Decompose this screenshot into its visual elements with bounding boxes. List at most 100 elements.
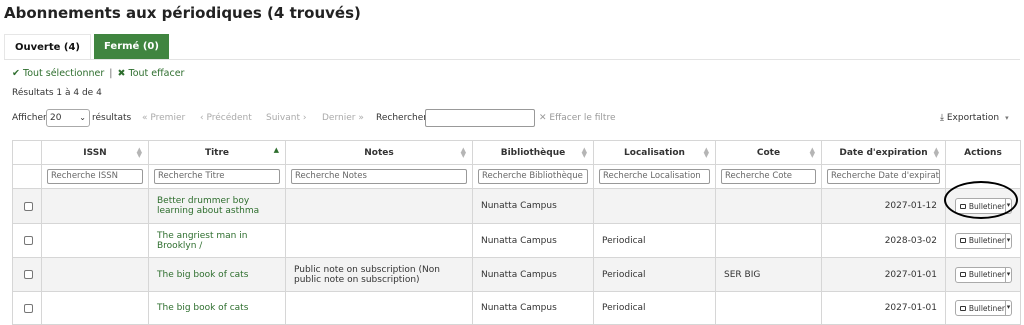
filter-title-input[interactable]: Recherche Titre bbox=[154, 169, 280, 184]
library-cell: Nunatta Campus bbox=[472, 291, 594, 325]
actions-dropdown-toggle[interactable]: ▾ bbox=[1006, 266, 1012, 283]
callnumber-cell: SER BIG bbox=[715, 257, 822, 292]
filter-location-input[interactable]: Recherche Localisation bbox=[599, 169, 710, 184]
page-size-select[interactable]: 20 ⌄ bbox=[46, 109, 90, 127]
expiration-cell: 2027-01-12 bbox=[821, 188, 946, 224]
actions-cell: Bulletiner ▾ bbox=[945, 291, 1021, 325]
filter-callnumber-input[interactable]: Recherche Cote bbox=[721, 169, 816, 184]
receive-label: Bulletiner bbox=[968, 303, 1005, 313]
column-header-expiration[interactable]: Date d'expiration ▲ ▼ bbox=[821, 140, 946, 165]
next-page-button[interactable]: Suivant › bbox=[266, 108, 306, 128]
action-group: Bulletiner ▾ bbox=[955, 232, 1012, 249]
results-label: résultats bbox=[92, 113, 132, 123]
column-label: Localisation bbox=[624, 147, 685, 158]
filter-expiration-input[interactable]: Recherche Date d'expiration bbox=[827, 169, 940, 184]
select-cell bbox=[12, 257, 42, 292]
filter-cell: Recherche Date d'expiration bbox=[821, 164, 946, 189]
clear-all-link[interactable]: Tout effacer bbox=[129, 68, 185, 79]
column-header-notes[interactable]: Notes ▲ ▼ bbox=[285, 140, 473, 165]
row-checkbox[interactable] bbox=[24, 201, 33, 211]
first-page-label: Premier bbox=[150, 113, 186, 123]
receive-button[interactable]: Bulletiner bbox=[955, 232, 1006, 249]
expiration-cell: 2027-01-01 bbox=[821, 291, 946, 325]
export-button[interactable]: ⤓ Exportation ▾ bbox=[940, 108, 1009, 128]
column-header-issn[interactable]: ISSN ▲ ▼ bbox=[41, 140, 149, 165]
callnumber-cell bbox=[715, 223, 822, 258]
table-row: Better drummer boy learning about asthma… bbox=[12, 188, 1021, 224]
expiration-cell: 2027-01-01 bbox=[821, 257, 946, 292]
column-label: Bibliothèque bbox=[500, 147, 566, 158]
chevron-down-icon: ⌄ bbox=[79, 113, 86, 122]
filter-notes-input[interactable]: Recherche Notes bbox=[291, 169, 467, 184]
callnumber-cell bbox=[715, 291, 822, 325]
previous-page-button[interactable]: ‹ Précédent bbox=[200, 108, 252, 128]
status-tabs: Ouverte (4) Fermé (0) bbox=[4, 34, 169, 60]
close-icon: ✖ bbox=[117, 68, 126, 79]
page-title: Abonnements aux périodiques (4 trouvés) bbox=[4, 4, 361, 22]
show-label: Afficher bbox=[12, 113, 47, 123]
filter-library-input[interactable]: Recherche Bibliothèque bbox=[478, 169, 588, 184]
sort-asc-icon: ▲ bbox=[273, 146, 279, 154]
receive-label: Bulletiner bbox=[968, 201, 1005, 211]
column-label: ISSN bbox=[83, 147, 107, 158]
book-icon bbox=[960, 203, 966, 209]
receive-button[interactable]: Bulletiner bbox=[955, 300, 1006, 316]
title-link[interactable]: The big book of cats bbox=[148, 257, 286, 292]
notes-cell bbox=[285, 223, 473, 258]
results-count: Résultats 1 à 4 de 4 bbox=[12, 88, 102, 98]
sort-icon: ▲ ▼ bbox=[703, 146, 709, 159]
actions-dropdown-toggle[interactable]: ▾ bbox=[1006, 300, 1012, 316]
filter-issn-input[interactable]: Recherche ISSN bbox=[47, 169, 143, 184]
issn-cell bbox=[41, 223, 149, 258]
close-icon: ✕ bbox=[539, 113, 550, 123]
column-label: Date d'expiration bbox=[839, 147, 928, 158]
column-header-library[interactable]: Bibliothèque ▲ ▼ bbox=[472, 140, 594, 165]
page-size-value: 20 bbox=[50, 113, 62, 123]
book-icon bbox=[960, 272, 966, 277]
select-cell bbox=[12, 291, 42, 325]
row-checkbox[interactable] bbox=[24, 236, 33, 245]
actions-dropdown-toggle[interactable]: ▾ bbox=[1006, 198, 1012, 214]
location-cell: Periodical bbox=[593, 223, 716, 258]
clear-filter-button[interactable]: ✕ Effacer le filtre bbox=[539, 108, 616, 128]
callnumber-cell bbox=[715, 188, 822, 224]
column-label: Actions bbox=[964, 147, 1002, 158]
tab-divider bbox=[4, 59, 1020, 60]
title-link[interactable]: The big book of cats bbox=[148, 291, 286, 325]
tab-closed[interactable]: Fermé (0) bbox=[94, 34, 169, 60]
filter-row: Recherche ISSN Recherche Titre Recherche… bbox=[12, 164, 1021, 189]
last-page-button[interactable]: Dernier » bbox=[322, 108, 364, 128]
title-link[interactable]: Better drummer boy learning about asthma bbox=[148, 188, 286, 224]
action-group: Bulletiner ▾ bbox=[955, 198, 1012, 214]
header-row: ISSN ▲ ▼ Titre ▲ Notes ▲ ▼ Bibliothèque ▲ ▼ Loc… bbox=[12, 140, 1021, 165]
action-group: Bulletiner ▾ bbox=[955, 300, 1012, 316]
receive-button[interactable]: Bulletiner bbox=[955, 198, 1006, 214]
filter-cell bbox=[12, 164, 42, 189]
column-header-title[interactable]: Titre ▲ bbox=[148, 140, 286, 165]
select-all-link[interactable]: Tout sélectionner bbox=[23, 68, 104, 79]
tab-open[interactable]: Ouverte (4) bbox=[4, 34, 91, 60]
table-toolbar: Afficher 20 ⌄ résultats « Premier ‹ Préc… bbox=[12, 108, 1020, 128]
first-page-button[interactable]: « Premier bbox=[142, 108, 185, 128]
row-checkbox[interactable] bbox=[24, 303, 33, 313]
actions-cell: Bulletiner ▾ bbox=[945, 223, 1021, 258]
location-cell bbox=[593, 188, 716, 224]
next-page-label: Suivant bbox=[266, 113, 300, 123]
previous-page-label: Précédent bbox=[206, 113, 252, 123]
column-header-select bbox=[12, 140, 42, 165]
search-input[interactable] bbox=[425, 109, 535, 127]
table-row: The angriest man in Brooklyn / Nunatta C… bbox=[12, 223, 1021, 258]
actions-dropdown-toggle[interactable]: ▾ bbox=[1006, 232, 1012, 249]
receive-button[interactable]: Bulletiner bbox=[955, 266, 1006, 283]
subscriptions-table: ISSN ▲ ▼ Titre ▲ Notes ▲ ▼ Bibliothèque ▲ ▼ Loc… bbox=[12, 140, 1021, 325]
actions-cell: Bulletiner ▾ bbox=[945, 257, 1021, 292]
notes-cell: Public note on subscription (Non public … bbox=[285, 257, 473, 292]
table-row: The big book of cats Nunatta Campus Peri… bbox=[12, 291, 1021, 325]
column-header-location[interactable]: Localisation ▲ ▼ bbox=[593, 140, 716, 165]
column-header-callnumber[interactable]: Cote ▲ ▼ bbox=[715, 140, 822, 165]
library-cell: Nunatta Campus bbox=[472, 188, 594, 224]
column-header-actions: Actions bbox=[945, 140, 1021, 165]
title-link[interactable]: The angriest man in Brooklyn / bbox=[148, 223, 286, 258]
row-checkbox[interactable] bbox=[24, 270, 33, 279]
filter-cell: Recherche ISSN bbox=[41, 164, 149, 189]
